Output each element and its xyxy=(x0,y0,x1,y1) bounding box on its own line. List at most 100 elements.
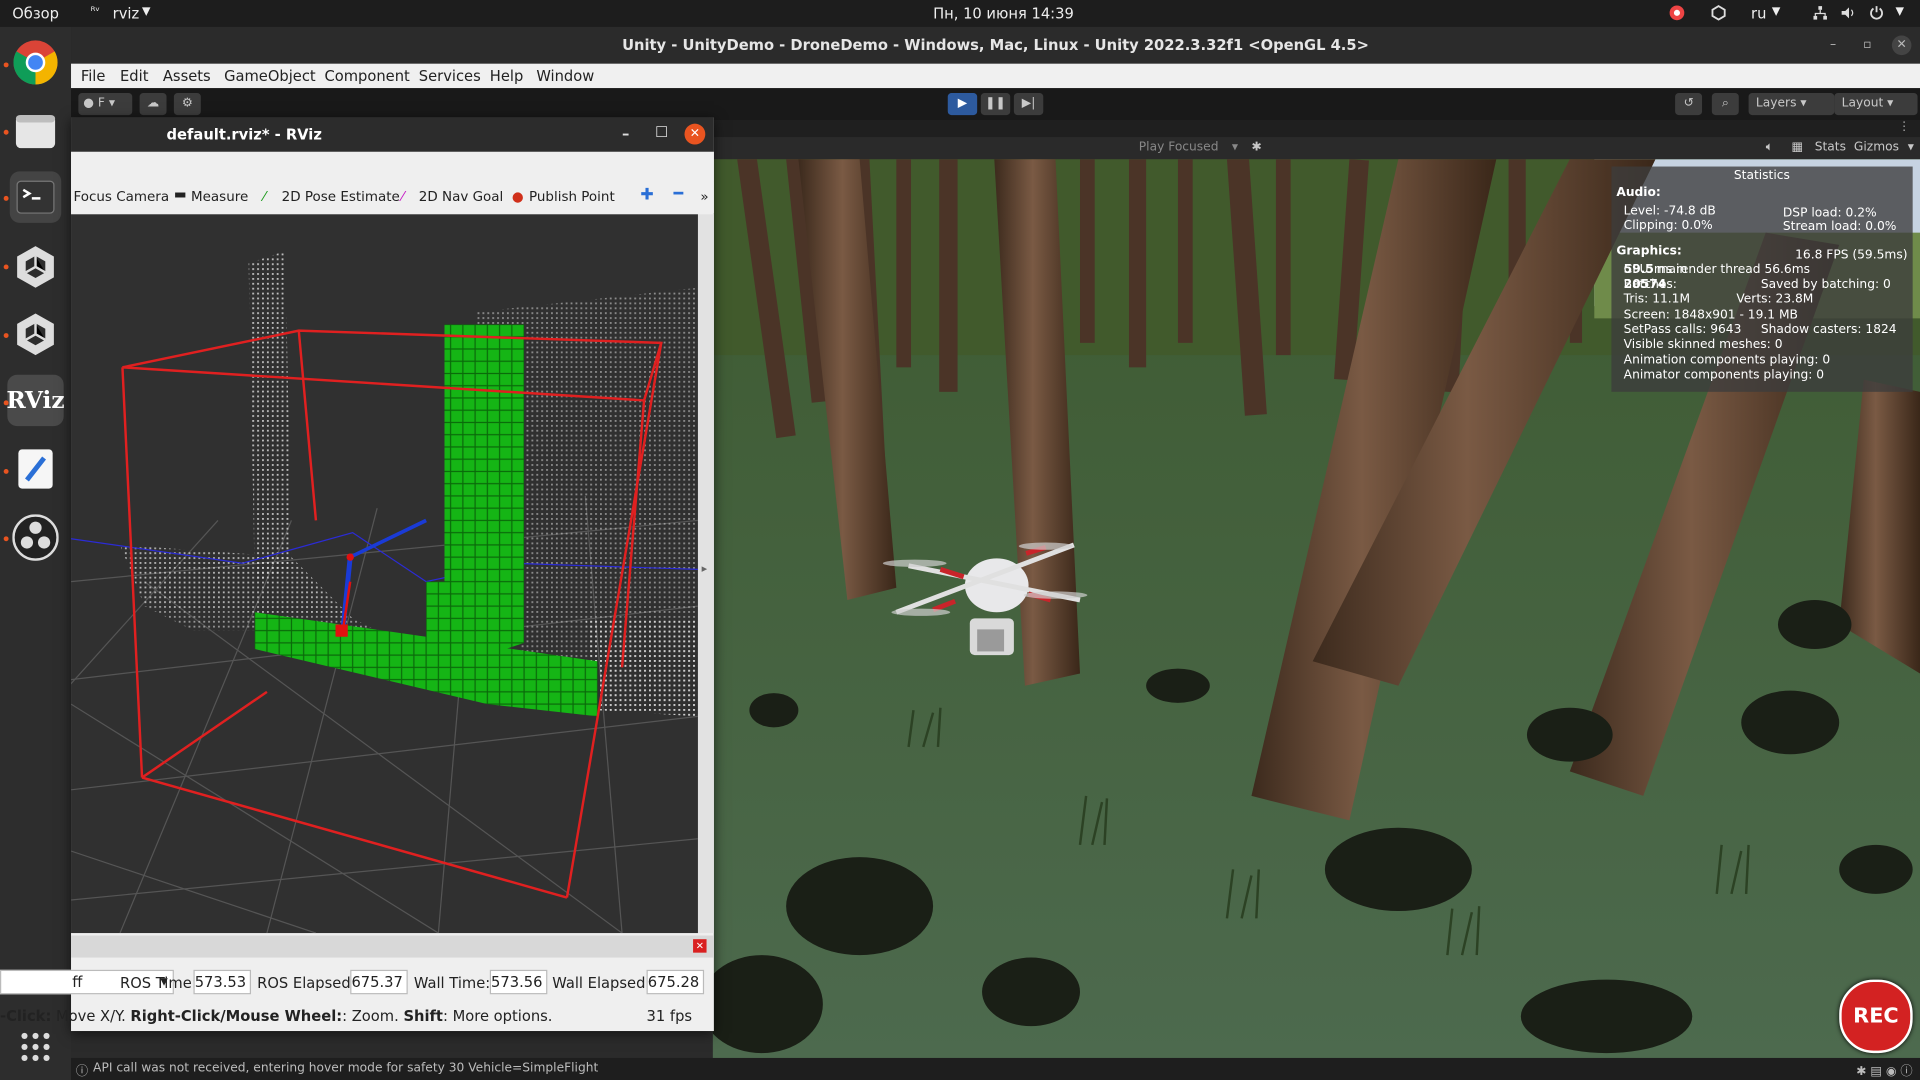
menu-window[interactable]: Window xyxy=(536,67,594,84)
bug-icon[interactable]: ✱ xyxy=(1251,141,1261,154)
remove-tool-icon[interactable]: ━ xyxy=(673,185,683,203)
cpu-suffix: ms render thread 56.6ms xyxy=(1653,263,1811,277)
rviz-window: default.rviz* - RViz – ☐ ✕ Focus Camera … xyxy=(0,117,714,1032)
help-move: Move X/Y. xyxy=(51,1007,131,1025)
obs-launcher[interactable] xyxy=(10,512,61,563)
cloud-icon: ☁ xyxy=(146,96,160,111)
ros-time-field[interactable]: 1718019573.53 xyxy=(193,969,252,995)
rec-indicator[interactable]: REC xyxy=(1839,979,1913,1054)
update-tray-icon[interactable] xyxy=(1711,5,1727,21)
tool-publish-point[interactable]: Publish Point xyxy=(529,189,615,205)
menu-services[interactable]: Services xyxy=(419,67,481,84)
files-launcher[interactable] xyxy=(10,105,61,156)
step-button[interactable]: ▶| xyxy=(1013,93,1044,116)
maximize-button[interactable]: ▫ xyxy=(1858,36,1878,56)
network-icon[interactable] xyxy=(1812,5,1828,21)
layout-label: Layout xyxy=(1841,96,1884,111)
minimize-button[interactable]: – xyxy=(622,125,629,142)
play-focused-dropdown[interactable]: Play Focused xyxy=(1139,141,1219,154)
play-button[interactable]: ▶ xyxy=(947,93,978,116)
dock: RViz xyxy=(0,26,72,1080)
text-editor-launcher[interactable] xyxy=(10,443,61,494)
wall-time-field[interactable]: 1718019573.56 xyxy=(489,969,548,995)
keyboard-layout-button[interactable]: ru xyxy=(1751,5,1766,22)
menu-edit[interactable]: Edit xyxy=(120,67,148,84)
game-view[interactable]: Statistics Audio: Level: -74.8 dB DSP lo… xyxy=(712,159,1920,1058)
close-button[interactable]: ✕ xyxy=(684,123,706,145)
menu-file[interactable]: File xyxy=(81,67,106,84)
rviz-title-bar[interactable]: default.rviz* - RViz – ☐ ✕ xyxy=(71,117,714,152)
unity-hub-launcher[interactable] xyxy=(10,241,61,292)
more-options-icon[interactable]: ⋮ xyxy=(1898,120,1910,133)
chevron-down-icon: ▼ xyxy=(1771,6,1781,19)
app-menu-button[interactable]: rviz xyxy=(113,5,140,22)
menu-component[interactable]: Component xyxy=(324,67,409,84)
audio-clipping: Clipping: 0.0% xyxy=(1623,219,1713,233)
volume-icon[interactable] xyxy=(1840,5,1856,21)
map-pin-icon: ● xyxy=(511,188,524,205)
unity-editor-launcher[interactable] xyxy=(10,309,61,360)
chrome-tray-icon[interactable] xyxy=(1669,5,1685,21)
nav-arrow-icon: ⁄ xyxy=(401,188,404,205)
console-status-message[interactable]: API call was not received, entering hove… xyxy=(93,1062,598,1075)
search-button[interactable]: ⌕ xyxy=(1711,93,1739,116)
menu-help[interactable]: Help xyxy=(490,67,524,84)
wall-elapsed-value: 5675.28 xyxy=(647,973,700,991)
ros-elapsed-field[interactable]: 5675.37 xyxy=(350,969,408,995)
game-tab-strip: ⋮ xyxy=(712,120,1920,138)
chevron-down-icon[interactable]: ▼ xyxy=(1896,6,1904,18)
layout-dropdown[interactable]: Layout ▾ xyxy=(1834,93,1918,116)
status-tray-icons: ✱ ▤ ◉ ⓘ xyxy=(1856,1065,1913,1079)
pause-button[interactable]: ❚❚ xyxy=(980,93,1011,116)
audio-level: Level: -74.8 dB xyxy=(1623,204,1716,218)
statistics-overlay: Statistics Audio: Level: -74.8 dB DSP lo… xyxy=(1611,166,1913,392)
unity-status-bar: ⓘ API call was not received, entering ho… xyxy=(71,1057,1920,1080)
animator-components-readout: Animator components playing: 0 xyxy=(1623,368,1825,383)
tool-2d-pose-estimate[interactable]: 2D Pose Estimate xyxy=(282,189,400,205)
cloud-button[interactable]: ☁ xyxy=(139,93,167,116)
pause-icon: ❚❚ xyxy=(985,96,1006,111)
batches-readout: Batches: 20574 xyxy=(1624,278,1677,291)
minimize-button[interactable]: – xyxy=(1823,36,1843,56)
power-icon[interactable] xyxy=(1869,5,1885,21)
maximize-button[interactable]: ☐ xyxy=(655,124,668,141)
rviz-launcher[interactable]: RViz xyxy=(6,374,65,427)
screen-readout: Screen: 1848x901 - 19.1 MB xyxy=(1623,308,1798,323)
grid-icon xyxy=(21,1032,50,1062)
tool-focus-camera[interactable]: Focus Camera xyxy=(73,189,169,205)
play-icon: ▶ xyxy=(957,96,968,111)
collab-icon: ⚙ xyxy=(181,96,193,111)
unity-icon xyxy=(17,246,54,288)
chrome-launcher[interactable] xyxy=(10,37,61,88)
rviz-3d-viewport[interactable] xyxy=(71,214,698,934)
gizmos-button[interactable]: Gizmos xyxy=(1854,141,1899,154)
grid-view-icon[interactable]: ▦ xyxy=(1791,141,1803,154)
tool-measure[interactable]: Measure xyxy=(191,189,248,205)
collapse-panel-icon[interactable]: ▸ xyxy=(702,563,708,575)
animation-components-readout: Animation components playing: 0 xyxy=(1623,353,1831,368)
show-apps-button[interactable] xyxy=(10,1021,61,1072)
stats-button[interactable]: Stats xyxy=(1815,141,1846,154)
menu-gameobject[interactable]: GameObject xyxy=(224,67,316,84)
menu-assets[interactable]: Assets xyxy=(163,67,211,84)
chevron-down-icon: ▼ xyxy=(142,6,151,19)
close-button[interactable]: ✕ xyxy=(1891,35,1912,56)
add-tool-icon[interactable]: ✚ xyxy=(640,186,653,204)
wall-elapsed-field[interactable]: 5675.28 xyxy=(646,969,705,995)
unity-toolbar: ● F ▾ ☁ ⚙ ▶ ❚❚ ▶| ↺ ⌕ Layers ▾ Layout ▾ xyxy=(71,88,1920,121)
tool-2d-nav-goal[interactable]: 2D Nav Goal xyxy=(419,189,503,205)
collab-button[interactable]: ⚙ xyxy=(173,93,201,116)
activities-button[interactable]: Обзор xyxy=(12,5,59,22)
history-button[interactable]: ↺ xyxy=(1675,93,1703,116)
viewport-scrollbar[interactable]: ▸ xyxy=(697,214,714,934)
layers-dropdown[interactable]: Layers ▾ xyxy=(1748,93,1835,116)
more-tools-icon[interactable]: » xyxy=(700,189,708,205)
terminal-launcher[interactable] xyxy=(9,171,62,223)
account-initial: F xyxy=(97,96,105,111)
mute-audio-icon[interactable]: 🔈︎ xyxy=(1766,141,1773,154)
unity-icon xyxy=(17,313,54,356)
account-dropdown[interactable]: ● F ▾ xyxy=(78,93,133,116)
clock[interactable]: Пн, 10 июня 14:39 xyxy=(933,5,1074,22)
ruler-icon: ▬ xyxy=(173,186,187,203)
close-panel-icon[interactable]: ✕ xyxy=(693,939,707,953)
